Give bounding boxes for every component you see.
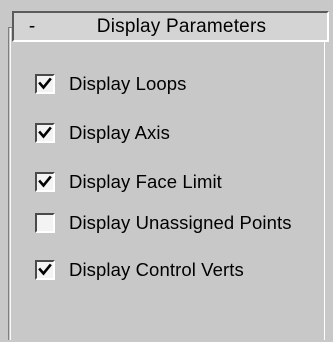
display-control-verts-label: Display Control Verts bbox=[69, 259, 244, 280]
display-control-verts-checkbox[interactable] bbox=[35, 260, 55, 280]
option-display-unassigned-points[interactable]: Display Unassigned Points bbox=[35, 209, 292, 237]
checkmark-icon bbox=[38, 126, 52, 139]
rollout-title: Display Parameters bbox=[96, 15, 267, 37]
checkmark-icon bbox=[38, 77, 52, 90]
option-display-control-verts[interactable]: Display Control Verts bbox=[35, 256, 244, 284]
display-axis-label: Display Axis bbox=[69, 122, 170, 143]
checkmark-icon bbox=[38, 263, 52, 276]
display-face-limit-checkbox[interactable] bbox=[35, 172, 55, 192]
option-display-axis[interactable]: Display Axis bbox=[35, 119, 170, 147]
display-axis-checkbox[interactable] bbox=[35, 123, 55, 143]
collapse-toggle-icon[interactable]: - bbox=[14, 17, 46, 36]
display-face-limit-label: Display Face Limit bbox=[69, 171, 222, 192]
display-loops-checkbox[interactable] bbox=[35, 74, 55, 94]
option-display-face-limit[interactable]: Display Face Limit bbox=[35, 168, 222, 196]
checkmark-icon bbox=[38, 175, 52, 188]
display-unassigned-points-label: Display Unassigned Points bbox=[69, 212, 292, 233]
display-loops-label: Display Loops bbox=[69, 73, 187, 94]
rollout-header-display-parameters[interactable]: - Display Parameters bbox=[12, 11, 329, 42]
option-display-loops[interactable]: Display Loops bbox=[35, 70, 187, 98]
display-unassigned-points-checkbox[interactable] bbox=[35, 213, 55, 233]
